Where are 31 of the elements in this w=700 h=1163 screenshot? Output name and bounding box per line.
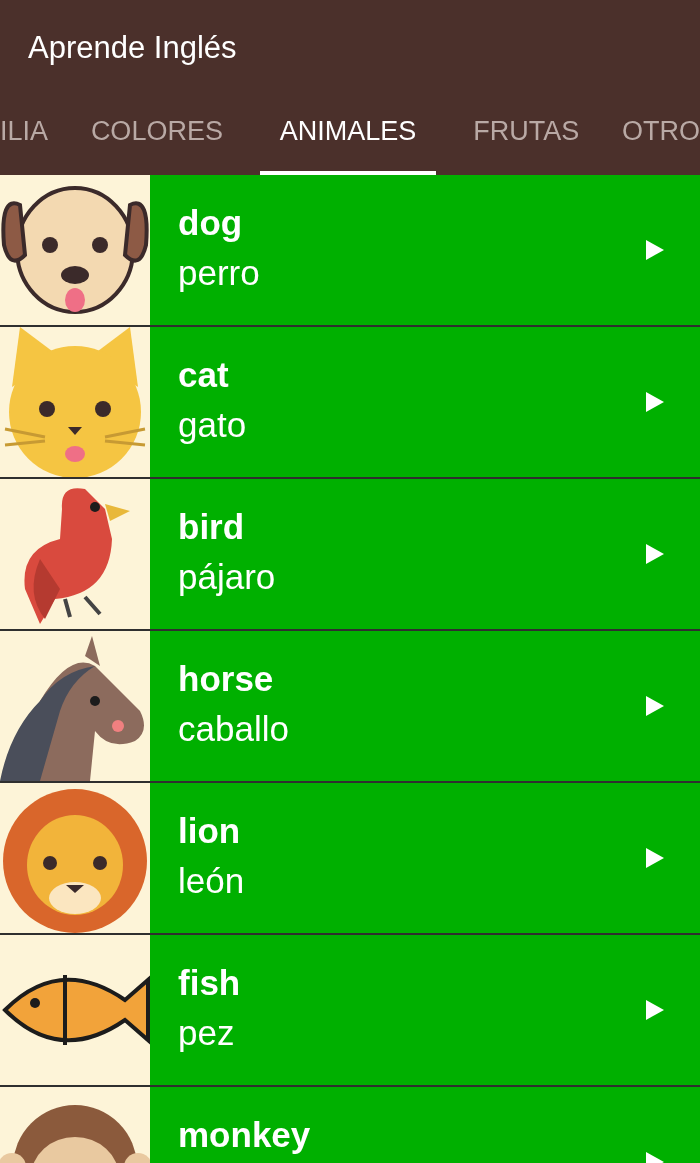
english-word: lion [178,811,242,851]
english-word: fish [178,963,242,1003]
spanish-word: perro [178,253,261,293]
word-row[interactable]: lion león [150,783,700,933]
spanish-word: caballo [178,709,290,749]
play-icon[interactable] [646,392,664,412]
word-row[interactable]: cat gato [150,327,700,477]
english-word: monkey [178,1115,312,1155]
tab[interactable]: OTRO [616,95,700,175]
word-row[interactable]: fish pez [150,935,700,1085]
word-row[interactable]: bird pájaro [150,479,700,629]
spanish-word: pez [178,1013,236,1053]
spanish-word: pájaro [178,557,277,597]
tab[interactable]: COLORES [84,95,229,175]
spanish-word: gato [178,405,248,445]
word-row[interactable]: monkey [150,1087,700,1163]
play-icon[interactable] [646,1000,664,1020]
play-icon[interactable] [646,696,664,716]
app-title: Aprende Inglés [28,29,237,66]
play-icon[interactable] [646,544,664,564]
spanish-word: león [178,861,246,901]
english-word: horse [178,659,275,699]
tab[interactable]: FRUTAS [467,95,586,175]
tab[interactable]: ILIA [0,95,55,175]
word-row[interactable]: horse caballo [150,631,700,781]
play-icon[interactable] [646,240,664,260]
play-icon[interactable] [646,848,664,868]
word-row[interactable]: dog perro [150,175,700,325]
english-word: cat [178,355,230,395]
english-word: dog [178,203,244,243]
english-word: bird [178,507,246,547]
